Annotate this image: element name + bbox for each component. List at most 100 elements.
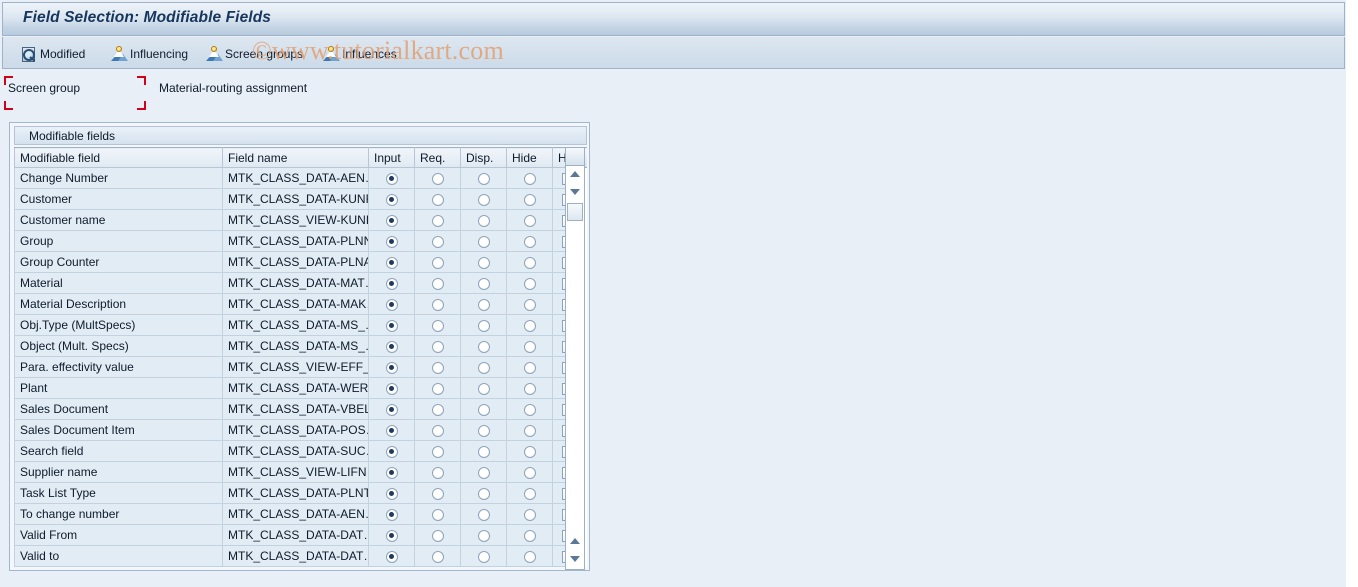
cell-radio-disp[interactable] [460, 251, 507, 273]
cell-radio-input[interactable] [368, 230, 415, 252]
radio-hide[interactable] [523, 235, 536, 248]
radio-hide[interactable] [523, 214, 536, 227]
radio-input[interactable] [385, 277, 398, 290]
radio-disp[interactable] [477, 340, 490, 353]
radio-hide[interactable] [523, 424, 536, 437]
table-row[interactable]: Valid From MTK_CLASS_DATA-DAT… [14, 524, 587, 546]
radio-input[interactable] [385, 508, 398, 521]
radio-disp[interactable] [477, 550, 490, 563]
cell-radio-disp[interactable] [460, 272, 507, 294]
radio-disp[interactable] [477, 424, 490, 437]
cell-radio-hide[interactable] [506, 545, 553, 567]
radio-disp[interactable] [477, 361, 490, 374]
cell-radio-hide[interactable] [506, 293, 553, 315]
radio-disp[interactable] [477, 466, 490, 479]
radio-input[interactable] [385, 235, 398, 248]
table-row[interactable]: GroupMTK_CLASS_DATA-PLNN… [14, 230, 587, 252]
radio-hide[interactable] [523, 340, 536, 353]
cell-radio-req[interactable] [414, 188, 461, 210]
cell-radio-input[interactable] [368, 356, 415, 378]
cell-radio-input[interactable] [368, 461, 415, 483]
column-header-input[interactable]: Input [368, 147, 415, 168]
cell-radio-disp[interactable] [460, 188, 507, 210]
cell-radio-req[interactable] [414, 461, 461, 483]
radio-hide[interactable] [523, 256, 536, 269]
radio-req[interactable] [431, 508, 444, 521]
cell-radio-hide[interactable] [506, 377, 553, 399]
table-row[interactable]: Plant MTK_CLASS_DATA-WER… [14, 377, 587, 399]
cell-radio-hide[interactable] [506, 419, 553, 441]
radio-input[interactable] [385, 319, 398, 332]
cell-radio-disp[interactable] [460, 167, 507, 189]
radio-disp[interactable] [477, 508, 490, 521]
radio-input[interactable] [385, 382, 398, 395]
scrollbar-page-up-arrow[interactable] [566, 533, 584, 549]
radio-input[interactable] [385, 298, 398, 311]
cell-radio-req[interactable] [414, 482, 461, 504]
table-row[interactable]: Group Counter MTK_CLASS_DATA-PLNAL [14, 251, 587, 273]
cell-radio-req[interactable] [414, 377, 461, 399]
radio-req[interactable] [431, 319, 444, 332]
table-row[interactable]: Customer MTK_CLASS_DATA-KUNR [14, 188, 587, 210]
table-row[interactable]: Object (Mult. Specs) MTK_CLASS_DATA-MS_… [14, 335, 587, 357]
cell-radio-hide[interactable] [506, 482, 553, 504]
radio-hide[interactable] [523, 319, 536, 332]
cell-radio-hide[interactable] [506, 524, 553, 546]
cell-radio-disp[interactable] [460, 482, 507, 504]
cell-radio-req[interactable] [414, 398, 461, 420]
column-header-disp[interactable]: Disp. [460, 147, 507, 168]
cell-radio-disp[interactable] [460, 461, 507, 483]
radio-hide[interactable] [523, 403, 536, 416]
radio-input[interactable] [385, 340, 398, 353]
radio-input[interactable] [385, 487, 398, 500]
cell-radio-hide[interactable] [506, 251, 553, 273]
cell-radio-hide[interactable] [506, 272, 553, 294]
cell-radio-req[interactable] [414, 335, 461, 357]
radio-disp[interactable] [477, 403, 490, 416]
cell-radio-req[interactable] [414, 272, 461, 294]
radio-disp[interactable] [477, 193, 490, 206]
cell-radio-req[interactable] [414, 251, 461, 273]
toolbar-button-screen-groups[interactable]: Screen groups [202, 42, 307, 66]
cell-radio-input[interactable] [368, 419, 415, 441]
radio-input[interactable] [385, 529, 398, 542]
radio-disp[interactable] [477, 298, 490, 311]
cell-radio-req[interactable] [414, 524, 461, 546]
table-row[interactable]: Para. effectivity value MTK_CLASS_VIEW-EF… [14, 356, 587, 378]
cell-radio-hide[interactable] [506, 503, 553, 525]
radio-req[interactable] [431, 550, 444, 563]
cell-radio-input[interactable] [368, 503, 415, 525]
radio-req[interactable] [431, 487, 444, 500]
cell-radio-input[interactable] [368, 545, 415, 567]
cell-radio-req[interactable] [414, 503, 461, 525]
cell-radio-hide[interactable] [506, 209, 553, 231]
table-row[interactable]: Sales Document MTK_CLASS_DATA-VBEL… [14, 398, 587, 420]
cell-radio-input[interactable] [368, 251, 415, 273]
cell-radio-hide[interactable] [506, 440, 553, 462]
radio-disp[interactable] [477, 214, 490, 227]
cell-radio-input[interactable] [368, 482, 415, 504]
table-row[interactable]: Material Description MTK_CLASS_DATA-MAK… [14, 293, 587, 315]
table-row[interactable]: Supplier name MTK_CLASS_VIEW-LIFN… [14, 461, 587, 483]
cell-radio-input[interactable] [368, 272, 415, 294]
scrollbar-up-arrow[interactable] [566, 166, 584, 182]
column-header-field-name[interactable]: Field name [222, 147, 369, 168]
column-header-hide[interactable]: Hide [506, 147, 553, 168]
cell-radio-disp[interactable] [460, 335, 507, 357]
cell-radio-req[interactable] [414, 545, 461, 567]
radio-input[interactable] [385, 445, 398, 458]
radio-req[interactable] [431, 466, 444, 479]
scrollbar-down-arrow[interactable] [566, 184, 584, 200]
radio-input[interactable] [385, 550, 398, 563]
cell-radio-input[interactable] [368, 440, 415, 462]
cell-radio-input[interactable] [368, 167, 415, 189]
radio-hide[interactable] [523, 172, 536, 185]
cell-radio-req[interactable] [414, 230, 461, 252]
column-header-req[interactable]: Req. [414, 147, 461, 168]
cell-radio-input[interactable] [368, 335, 415, 357]
cell-radio-req[interactable] [414, 293, 461, 315]
radio-hide[interactable] [523, 298, 536, 311]
radio-hide[interactable] [523, 382, 536, 395]
radio-hide[interactable] [523, 487, 536, 500]
radio-disp[interactable] [477, 172, 490, 185]
